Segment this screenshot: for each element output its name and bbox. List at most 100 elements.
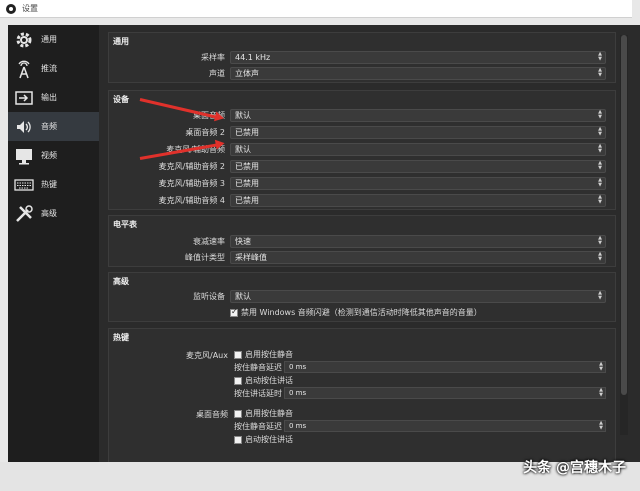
sidebar-item-hotkeys[interactable]: 热键 <box>8 170 99 199</box>
monitor-device-select[interactable]: 默认 ▲ ▼ <box>230 290 606 303</box>
channels-label: 声道 <box>209 69 225 78</box>
device-label: 麦克风/辅助音频 4 <box>158 196 225 205</box>
mic-push-mute-label: 启用按住静音 <box>245 350 293 359</box>
channels-row: 声道 立体声 ▲ ▼ <box>109 67 616 80</box>
desktop-push-talk-row[interactable]: 启动按住讲话 <box>234 434 293 445</box>
obs-logo-icon <box>6 3 16 14</box>
chevron-updown-icon: ▲ ▼ <box>598 67 602 78</box>
background-window-edge <box>632 25 640 462</box>
peak-label: 峰值计类型 <box>185 253 225 262</box>
sidebar-item-label: 高级 <box>41 209 57 218</box>
sidebar-item-label: 输出 <box>41 93 57 102</box>
peak-meter-select[interactable]: 采样峰值 ▲ ▼ <box>230 251 606 264</box>
desktop-push-mute-delay-input[interactable]: 0 ms ▲ ▼ <box>284 420 606 432</box>
group-title: 通用 <box>113 37 129 46</box>
mic-aux-select[interactable]: 默认 ▲ ▼ <box>230 143 606 156</box>
monitor-label: 监听设备 <box>193 292 225 301</box>
mic-aux-3-select[interactable]: 已禁用 ▲ ▼ <box>230 177 606 190</box>
window-title: 设置 <box>22 4 38 13</box>
sidebar-item-stream[interactable]: 推流 <box>8 54 99 83</box>
mic-push-mute-delay-label: 按住静音延迟 <box>234 363 282 372</box>
sidebar-item-label: 视频 <box>41 151 57 160</box>
group-title: 热键 <box>113 333 129 342</box>
sidebar-item-audio[interactable]: 音频 <box>8 112 99 141</box>
mic-push-mute-checkbox[interactable] <box>234 350 242 359</box>
sidebar-item-label: 通用 <box>41 35 57 44</box>
speaker-icon <box>13 117 35 137</box>
desktop-push-talk-label: 启动按住讲话 <box>245 435 293 444</box>
advanced-group: 高级 监听设备 默认▲▼ 禁用 Windows 音频闪避（检测到通信活动时降低其… <box>108 272 616 322</box>
chevron-updown-icon: ▲ ▼ <box>598 290 602 301</box>
sidebar-item-label: 推流 <box>41 64 57 73</box>
mic-push-mute-row[interactable]: 启用按住静音 <box>234 349 293 360</box>
sidebar-item-general[interactable]: 通用 <box>8 25 99 54</box>
hotkeys-group: 热键 麦克风/Aux 启用按住静音 按住静音延迟 0 ms ▲ ▼ 启动按住讲话 按… <box>108 328 616 462</box>
chevron-updown-icon: ▲ ▼ <box>598 251 602 262</box>
device-row: 麦克风/辅助音频 4 已禁用 ▲ ▼ <box>109 194 616 207</box>
mic-push-talk-checkbox[interactable] <box>234 376 242 385</box>
chevron-updown-icon: ▲ ▼ <box>599 361 603 372</box>
sample-rate-select[interactable]: 44.1 kHz ▲ ▼ <box>230 51 606 64</box>
ducking-checkbox[interactable] <box>230 307 238 317</box>
chevron-updown-icon: ▲ ▼ <box>598 235 602 246</box>
desktop-hotkey-label: 桌面音频 <box>196 410 228 419</box>
group-title: 高级 <box>113 277 129 286</box>
mic-push-talk-delay-input[interactable]: 0 ms ▲ ▼ <box>284 387 606 399</box>
sidebar-item-label: 热键 <box>41 180 57 189</box>
desktop-audio-2-select[interactable]: 已禁用 ▲ ▼ <box>230 126 606 139</box>
sidebar-item-advanced[interactable]: 高级 <box>8 199 99 228</box>
group-title: 电平表 <box>113 220 137 229</box>
peak-row: 峰值计类型 采样峰值 ▲ ▼ <box>109 251 616 264</box>
mic-push-mute-delay-input[interactable]: 0 ms ▲ ▼ <box>284 361 606 373</box>
desktop-audio-select[interactable]: 默认 ▲ ▼ <box>230 109 606 122</box>
desktop-push-mute-delay-label: 按住静音延迟 <box>234 422 282 431</box>
device-row: 麦克风/辅助音频 3 已禁用 ▲ ▼ <box>109 177 616 190</box>
decay-rate-select[interactable]: 快速 ▲ ▼ <box>230 235 606 248</box>
monitor-icon <box>13 146 35 166</box>
content-scrollbar[interactable] <box>620 35 628 435</box>
decay-row: 衰减速率 快速 ▲ ▼ <box>109 235 616 248</box>
chevron-updown-icon: ▲ ▼ <box>598 109 602 120</box>
monitor-row: 监听设备 默认 ▲ ▼ <box>109 290 616 303</box>
settings-window: 通用 推流 输出 音频 视频 热键 高级 通用 采样率 44.1 kHz ▲ ▼… <box>8 25 632 462</box>
chevron-updown-icon: ▲ ▼ <box>598 177 602 188</box>
antenna-icon <box>13 59 35 79</box>
sample-rate-label: 采样率 <box>201 53 225 62</box>
ducking-label: 禁用 Windows 音频闪避（检测到通信活动时降低其他声音的音量） <box>241 308 482 317</box>
chevron-updown-icon: ▲ ▼ <box>598 160 602 171</box>
mic-aux-2-select[interactable]: 已禁用 ▲ ▼ <box>230 160 606 173</box>
group-title: 设备 <box>113 95 129 104</box>
channels-select[interactable]: 立体声 ▲ ▼ <box>230 67 606 80</box>
chevron-updown-icon: ▲ ▼ <box>599 420 603 431</box>
sidebar-item-label: 音频 <box>41 122 57 131</box>
sample-rate-row: 采样率 44.1 kHz ▲ ▼ <box>109 51 616 64</box>
mic-push-talk-row[interactable]: 启动按住讲话 <box>234 375 293 386</box>
device-label: 桌面音频 2 <box>185 128 225 137</box>
tools-icon <box>13 204 35 224</box>
title-bar: 设置 <box>0 0 632 18</box>
gear-icon <box>13 30 35 50</box>
mic-hotkey-label: 麦克风/Aux <box>186 351 228 360</box>
mic-push-talk-label: 启动按住讲话 <box>245 376 293 385</box>
device-row: 桌面音频 2 已禁用 ▲ ▼ <box>109 126 616 139</box>
keyboard-icon <box>13 175 35 195</box>
chevron-updown-icon: ▲ ▼ <box>598 143 602 154</box>
desktop-push-talk-checkbox[interactable] <box>234 435 242 444</box>
sidebar-item-video[interactable]: 视频 <box>8 141 99 170</box>
desktop-push-mute-row[interactable]: 启用按住静音 <box>234 408 293 419</box>
sidebar-item-output[interactable]: 输出 <box>8 83 99 112</box>
general-group: 通用 采样率 44.1 kHz ▲ ▼ 声道 立体声 ▲ ▼ <box>108 32 616 83</box>
device-row: 麦克风/辅助音频 2 已禁用 ▲ ▼ <box>109 160 616 173</box>
chevron-updown-icon: ▲ ▼ <box>598 51 602 62</box>
chevron-updown-icon: ▲ ▼ <box>598 126 602 137</box>
desktop-push-mute-label: 启用按住静音 <box>245 409 293 418</box>
settings-content: 通用 采样率 44.1 kHz▲▼ 声道 立体声▲▼ 设备 桌面音频 默认▲▼ … <box>108 30 616 462</box>
mic-aux-4-select[interactable]: 已禁用 ▲ ▼ <box>230 194 606 207</box>
decay-label: 衰减速率 <box>193 237 225 246</box>
device-label: 麦克风/辅助音频 2 <box>158 162 225 171</box>
ducking-checkbox-row[interactable]: 禁用 Windows 音频闪避（检测到通信活动时降低其他声音的音量） <box>230 307 482 318</box>
mic-push-talk-delay-label: 按住讲话延时 <box>234 389 282 398</box>
meters-group: 电平表 衰减速率 快速 ▲ ▼ 峰值计类型 采样峰值 ▲ ▼ <box>108 215 616 267</box>
desktop-push-mute-checkbox[interactable] <box>234 409 242 418</box>
scrollbar-thumb[interactable] <box>621 35 627 395</box>
